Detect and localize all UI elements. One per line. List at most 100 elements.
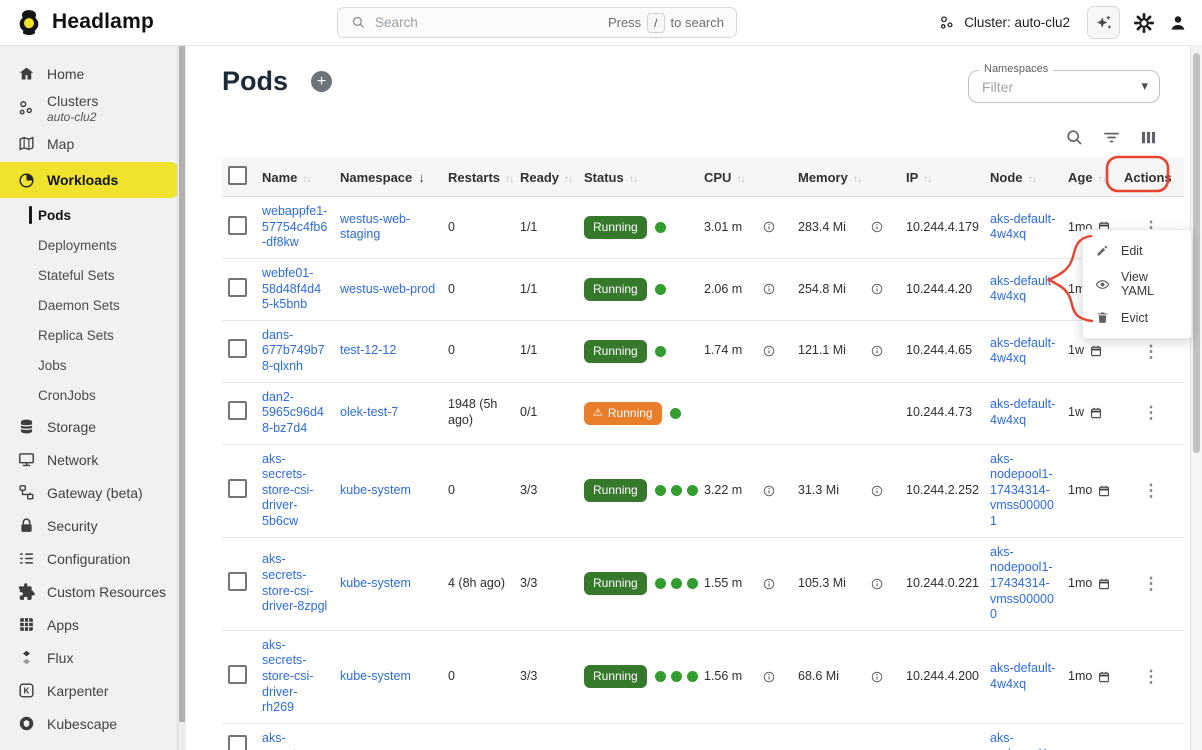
sidebar-item-flux[interactable]: Flux bbox=[0, 641, 186, 674]
sidebar-item-karpenter[interactable]: KKarpenter bbox=[0, 674, 186, 707]
sidebar-item-workloads[interactable]: Workloads bbox=[0, 162, 180, 198]
row-actions-menu-button[interactable]: ⋮ bbox=[1139, 666, 1164, 687]
column-header-restarts[interactable]: Restarts↑↓ bbox=[442, 158, 514, 197]
global-search-input[interactable]: Search Press / to search bbox=[337, 7, 737, 38]
pod-name-link[interactable]: aks-secrets-store-csi-driver-rh269 bbox=[262, 638, 313, 715]
row-actions-menu-button[interactable]: ⋮ bbox=[1139, 402, 1164, 423]
sidebar-item-deployments[interactable]: Deployments bbox=[0, 230, 186, 260]
sidebar-item-kubescape[interactable]: Kubescape bbox=[0, 707, 186, 740]
info-icon bbox=[870, 344, 884, 358]
sidebar-scrollbar[interactable] bbox=[177, 45, 186, 750]
sidebar-item-storage[interactable]: Storage bbox=[0, 410, 186, 443]
select-all-checkbox[interactable] bbox=[228, 166, 247, 185]
sidebar-item-daemon-sets[interactable]: Daemon Sets bbox=[0, 290, 186, 320]
sidebar-item-replica-sets[interactable]: Replica Sets bbox=[0, 320, 186, 350]
pod-name-link[interactable]: aks-secrets-store-csi-driver-8zpgl bbox=[262, 552, 327, 613]
column-header-memory[interactable]: Memory↑↓ bbox=[792, 158, 900, 197]
page-scrollbar[interactable] bbox=[1190, 45, 1202, 750]
settings-button[interactable] bbox=[1133, 12, 1155, 34]
pod-name-link[interactable]: dans-677b749b78-qlxnh bbox=[262, 328, 325, 373]
restarts-cell bbox=[442, 723, 514, 750]
table-search-button[interactable] bbox=[1064, 127, 1085, 148]
row-checkbox[interactable] bbox=[228, 278, 247, 297]
row-actions-menu-button[interactable]: ⋮ bbox=[1139, 573, 1164, 594]
table-row: aks-secrets-store-csi-driver-rh269 kube-s… bbox=[222, 630, 1184, 723]
node-link[interactable]: aks-nodepool1-17434314-vmss000001 bbox=[990, 452, 1054, 529]
headlamp-logo[interactable]: Headlamp bbox=[15, 8, 154, 36]
row-actions-menu-button[interactable]: ⋮ bbox=[1139, 480, 1164, 501]
row-actions-menu-button[interactable]: ⋮ bbox=[1139, 341, 1164, 362]
node-link[interactable]: aks-default-4w4xq bbox=[990, 397, 1055, 427]
row-checkbox[interactable] bbox=[228, 735, 247, 750]
cpu-value: 1.56 m bbox=[704, 669, 742, 685]
pod-name-link[interactable]: aks-secrets- bbox=[262, 731, 306, 750]
namespace-link[interactable]: kube-system bbox=[340, 483, 411, 497]
namespace-link[interactable]: westus-web-prod bbox=[340, 282, 435, 296]
ai-assistant-button[interactable] bbox=[1087, 6, 1120, 39]
sidebar-item-pods[interactable]: Pods bbox=[0, 200, 186, 230]
ready-cell: 3/3 bbox=[514, 444, 578, 537]
pod-name-link[interactable]: aks-secrets-store-csi-driver-5b6cw bbox=[262, 452, 313, 529]
menu-item-view-yaml[interactable]: View YAML bbox=[1083, 264, 1191, 304]
node-link[interactable]: aks-default-4w4xq bbox=[990, 661, 1055, 691]
sidebar-item-gateway-beta[interactable]: Gateway (beta) bbox=[0, 476, 186, 509]
pod-name-link[interactable]: webappfe1-57754c4fb6-df8kw bbox=[262, 204, 327, 249]
sidebar-item-network[interactable]: Network bbox=[0, 443, 186, 476]
pod-name-link[interactable]: webfe01-58d48f4d45-k5bnb bbox=[262, 266, 321, 311]
namespace-link[interactable]: test-12-12 bbox=[340, 343, 396, 357]
sidebar-item-custom-resources[interactable]: Custom Resources bbox=[0, 575, 186, 608]
row-checkbox[interactable] bbox=[228, 216, 247, 235]
column-header-name[interactable]: Name↑↓ bbox=[256, 158, 334, 197]
menu-item-evict[interactable]: Evict bbox=[1083, 304, 1191, 331]
page-scrollbar-thumb[interactable] bbox=[1193, 53, 1200, 453]
column-header-ip[interactable]: IP↑↓ bbox=[900, 158, 984, 197]
pods-table-body: webappfe1-57754c4fb6-df8kw westus-web-sta… bbox=[222, 197, 1184, 750]
namespace-link[interactable]: olek-test-7 bbox=[340, 405, 398, 419]
sidebar-scrollbar-thumb[interactable] bbox=[179, 45, 185, 722]
namespace-link[interactable]: kube-system bbox=[340, 576, 411, 590]
menu-item-edit[interactable]: Edit bbox=[1083, 237, 1191, 264]
calendar-icon bbox=[1097, 670, 1111, 684]
column-header-ready[interactable]: Ready↑↓ bbox=[514, 158, 578, 197]
sidebar-item-security[interactable]: Security bbox=[0, 509, 186, 542]
column-header-actions: Actions bbox=[1118, 158, 1184, 197]
node-link[interactable]: aks-default-4w4xq bbox=[990, 212, 1055, 242]
column-header-status[interactable]: Status↑↓ bbox=[578, 158, 698, 197]
node-link[interactable]: aks-nodepool1- bbox=[990, 731, 1053, 750]
restarts-cell: 0 bbox=[442, 320, 514, 382]
cluster-selector[interactable]: Cluster: auto-clu2 bbox=[938, 14, 1070, 32]
create-pod-button[interactable]: + bbox=[311, 71, 332, 92]
ip-cell: 10.244.4.65 bbox=[900, 320, 984, 382]
row-checkbox[interactable] bbox=[228, 401, 247, 420]
filter-button[interactable] bbox=[1101, 127, 1122, 148]
trash-icon bbox=[1095, 310, 1110, 325]
user-button[interactable] bbox=[1168, 13, 1188, 33]
namespace-filter-select[interactable]: Namespaces Filter ▾ bbox=[968, 70, 1160, 103]
sort-icon: ↑↓ bbox=[853, 174, 861, 185]
sidebar-item-apps[interactable]: Apps bbox=[0, 608, 186, 641]
row-checkbox[interactable] bbox=[228, 479, 247, 498]
sidebar-item-clusters[interactable]: Clustersauto-clu2 bbox=[0, 90, 186, 127]
node-link[interactable]: aks-nodepool1-17434314-vmss000000 bbox=[990, 545, 1054, 622]
pods-table: Name↑↓Namespace↓Restarts↑↓Ready↑↓Status↑… bbox=[222, 158, 1184, 750]
row-checkbox[interactable] bbox=[228, 572, 247, 591]
column-header-cpu[interactable]: CPU↑↓ bbox=[698, 158, 792, 197]
row-checkbox[interactable] bbox=[228, 339, 247, 358]
sidebar-item-jobs[interactable]: Jobs bbox=[0, 350, 186, 380]
column-header-age[interactable]: Age↑↓ bbox=[1062, 158, 1118, 197]
node-link[interactable]: aks-default-4w4xq bbox=[990, 274, 1055, 304]
columns-button[interactable] bbox=[1138, 127, 1159, 148]
restarts-cell: 0 bbox=[442, 258, 514, 320]
row-checkbox[interactable] bbox=[228, 665, 247, 684]
sidebar-item-home[interactable]: Home bbox=[0, 57, 186, 90]
node-link[interactable]: aks-default-4w4xq bbox=[990, 336, 1055, 366]
sidebar-item-stateful-sets[interactable]: Stateful Sets bbox=[0, 260, 186, 290]
column-header-namespace[interactable]: Namespace↓ bbox=[334, 158, 442, 197]
sidebar-item-map[interactable]: Map bbox=[0, 127, 186, 160]
pod-name-link[interactable]: dan2-5965c96d48-bz7d4 bbox=[262, 390, 324, 435]
sidebar-item-configuration[interactable]: Configuration bbox=[0, 542, 186, 575]
namespace-link[interactable]: westus-web-staging bbox=[340, 212, 410, 242]
sidebar-item-cronjobs[interactable]: CronJobs bbox=[0, 380, 186, 410]
column-header-node[interactable]: Node↑↓ bbox=[984, 158, 1062, 197]
namespace-link[interactable]: kube-system bbox=[340, 669, 411, 683]
